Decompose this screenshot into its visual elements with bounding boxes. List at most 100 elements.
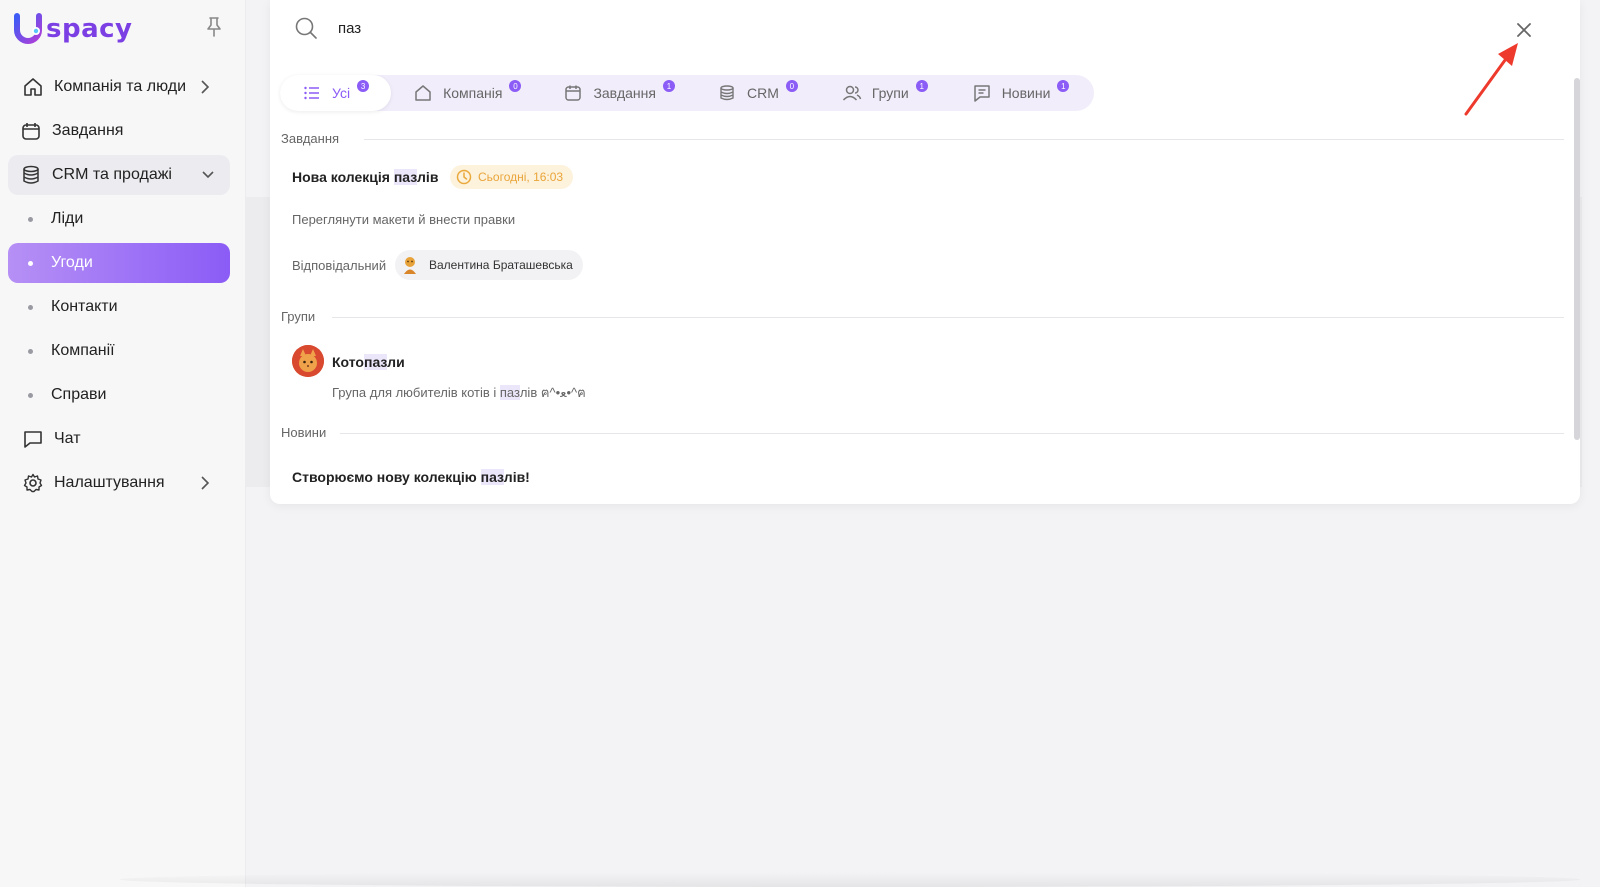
desc-text: лів ฅ^•ﻌ•^ฅ: [519, 385, 586, 400]
due-date-text: Сьогодні, 16:03: [478, 170, 564, 184]
search-panel: Усі 3 Компанія 0 Завдання 1 CRM 0 Групи …: [270, 0, 1580, 504]
section-divider: [332, 317, 1564, 318]
tab-label: Завдання: [593, 85, 656, 101]
bullet-dot: [28, 216, 33, 222]
match-highlight: паз: [393, 169, 418, 185]
section-label-news: Новини: [281, 425, 327, 440]
tab-label: Усі: [332, 85, 351, 101]
sidebar-sub-cases[interactable]: Справи: [8, 375, 230, 415]
tab-count-badge: 0: [785, 80, 798, 92]
home-icon: [22, 76, 44, 98]
due-date-badge: Сьогодні, 16:03: [450, 165, 574, 189]
calendar-icon: [563, 83, 583, 103]
bottom-shadow: [120, 872, 1580, 887]
bullet-dot: [28, 304, 33, 310]
calendar-icon: [20, 120, 42, 142]
tab-groups[interactable]: Групи 1: [842, 75, 928, 111]
sidebar-sub-leads[interactable]: Ліди: [8, 199, 230, 239]
tab-news[interactable]: Новини 1: [972, 75, 1070, 111]
tab-crm[interactable]: CRM 0: [717, 75, 798, 111]
responsible-name: Валентина Браташевська: [429, 258, 573, 272]
sub-label: Справи: [51, 386, 107, 403]
chat-icon: [22, 428, 44, 450]
sidebar-item-chat[interactable]: Чат: [8, 419, 230, 459]
sub-label: Угоди: [51, 254, 93, 271]
title-text: лів!: [503, 469, 530, 485]
sidebar-item-settings[interactable]: Налаштування: [8, 463, 230, 503]
sidebar: spacy Компанія та люди Завдання CRM та п…: [0, 0, 246, 887]
database-icon: [717, 83, 737, 103]
sub-label: Компанії: [51, 342, 115, 359]
tab-count-badge: 1: [1057, 80, 1070, 92]
sidebar-item-label: Компанія та люди: [54, 78, 187, 95]
sidebar-sub-companies[interactable]: Компанії: [8, 331, 230, 371]
sidebar-item-tasks[interactable]: Завдання: [8, 111, 230, 151]
sidebar-item-label: Завдання: [52, 122, 124, 139]
tab-label: Компанія: [443, 85, 503, 101]
logo[interactable]: spacy: [14, 12, 133, 46]
title-text: Створюємо нову колекцію: [292, 469, 481, 485]
logo-text: spacy: [46, 14, 133, 44]
chevron-right-icon: [198, 474, 212, 492]
search-icon: [294, 16, 318, 40]
logo-mark: [14, 13, 44, 45]
sidebar-sub-deals[interactable]: Угоди: [8, 243, 230, 283]
tab-label: Новини: [1001, 85, 1051, 101]
sub-label: Контакти: [51, 298, 118, 315]
tab-count-badge: 3: [357, 80, 370, 92]
list-icon: [302, 83, 322, 103]
match-highlight: паз: [480, 469, 504, 485]
task-description: Переглянути макети й внести правки: [292, 212, 516, 227]
task-result-title[interactable]: Нова колекція пазлів: [292, 169, 438, 185]
section-label-tasks: Завдання: [281, 131, 340, 146]
chevron-right-icon: [198, 78, 212, 96]
title-text: Кото: [332, 354, 364, 370]
home-icon: [413, 83, 433, 103]
sidebar-item-label: CRM та продажі: [52, 166, 172, 183]
tab-label: CRM: [746, 85, 779, 101]
sidebar-item-label: Налаштування: [54, 474, 165, 491]
database-icon: [20, 164, 42, 186]
bullet-dot: [28, 260, 33, 266]
group-result-title[interactable]: Котопазли: [332, 354, 405, 370]
tab-count-badge: 1: [915, 80, 928, 92]
match-highlight: паз: [499, 385, 520, 400]
sidebar-item-crm[interactable]: CRM та продажі: [8, 155, 230, 195]
message-icon: [972, 83, 992, 103]
gear-icon: [22, 472, 44, 494]
section-divider: [340, 433, 1564, 434]
pin-icon[interactable]: [204, 16, 224, 38]
users-icon: [842, 83, 862, 103]
group-description: Група для любителів котів і пазлів ฅ^•ﻌ•…: [332, 382, 586, 403]
group-avatar: [292, 345, 324, 377]
chevron-down-icon: [200, 166, 216, 184]
bullet-dot: [28, 348, 33, 354]
news-result-title[interactable]: Створюємо нову колекцію пазлів!: [292, 469, 530, 485]
tab-all[interactable]: Усі 3: [280, 75, 392, 111]
sub-label: Ліди: [51, 210, 84, 227]
title-text: ли: [387, 354, 405, 370]
sidebar-sub-contacts[interactable]: Контакти: [8, 287, 230, 327]
bullet-dot: [28, 392, 33, 398]
responsible-label: Відповідальний: [292, 258, 387, 273]
match-highlight: паз: [363, 354, 388, 370]
tab-tasks[interactable]: Завдання 1: [563, 75, 675, 111]
sidebar-nav: Компанія та люди Завдання CRM та продажі…: [8, 67, 230, 507]
avatar: [399, 254, 421, 276]
section-label-groups: Групи: [281, 309, 316, 324]
title-text: Нова колекція: [292, 169, 394, 185]
filter-tabs: Усі 3 Компанія 0 Завдання 1 CRM 0 Групи …: [280, 75, 1094, 111]
sidebar-item-label: Чат: [54, 430, 81, 447]
clock-icon: [456, 169, 472, 185]
tab-count-badge: 1: [662, 80, 675, 92]
annotation-arrow: [1460, 38, 1530, 118]
sidebar-item-company[interactable]: Компанія та люди: [8, 67, 230, 107]
tab-company[interactable]: Компанія 0: [413, 75, 522, 111]
scrollbar[interactable]: [1574, 78, 1580, 440]
tab-label: Групи: [871, 85, 909, 101]
tab-count-badge: 0: [509, 80, 522, 92]
search-input[interactable]: [338, 19, 938, 37]
section-divider: [364, 139, 1564, 140]
responsible-user-chip[interactable]: Валентина Браташевська: [395, 250, 583, 280]
desc-text: Група для любителів котів і: [332, 385, 500, 400]
